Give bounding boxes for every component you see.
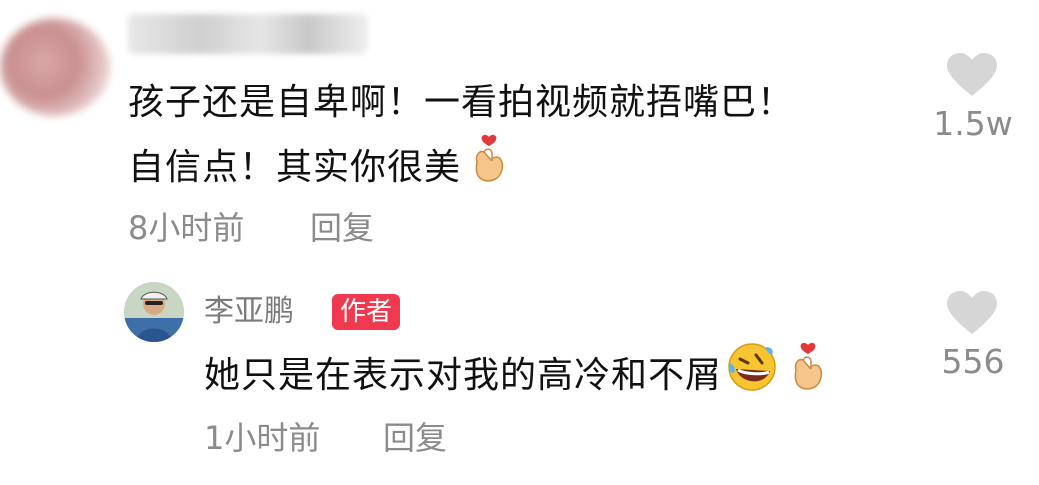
rolling-laughing-emoji [726, 341, 778, 411]
author-avatar[interactable] [124, 282, 184, 342]
author-username[interactable]: 李亚鹏 [204, 292, 294, 332]
reply-button[interactable]: 回复 [310, 208, 374, 248]
like-heart-icon[interactable] [946, 52, 998, 102]
like-count: 556 [941, 342, 1005, 381]
like-count: 1.5w [933, 104, 1013, 143]
commenter-username[interactable]: 帽子 [128, 14, 368, 54]
comment-text-line-2-wrap: 自信点！其实你很美 [128, 134, 511, 202]
comment-text-line-1: 孩子还是自卑啊！一看拍视频就捂嘴巴！ [128, 82, 795, 123]
like-heart-icon[interactable] [946, 290, 998, 340]
reply-text-wrap: 她只是在表示对我的高冷和不屑 [204, 341, 830, 411]
reply-text: 她只是在表示对我的高冷和不屑 [204, 355, 723, 396]
author-badge: 作者 [332, 294, 401, 330]
comment-text-line-2: 自信点！其实你很美 [128, 147, 462, 188]
reply-button[interactable]: 回复 [383, 418, 447, 458]
finger-heart-emoji [467, 134, 511, 202]
finger-heart-emoji [786, 342, 830, 410]
comment-time: 8小时前 [128, 209, 245, 247]
commenter-avatar[interactable] [0, 18, 110, 116]
reply-time: 1小时前 [204, 419, 321, 457]
